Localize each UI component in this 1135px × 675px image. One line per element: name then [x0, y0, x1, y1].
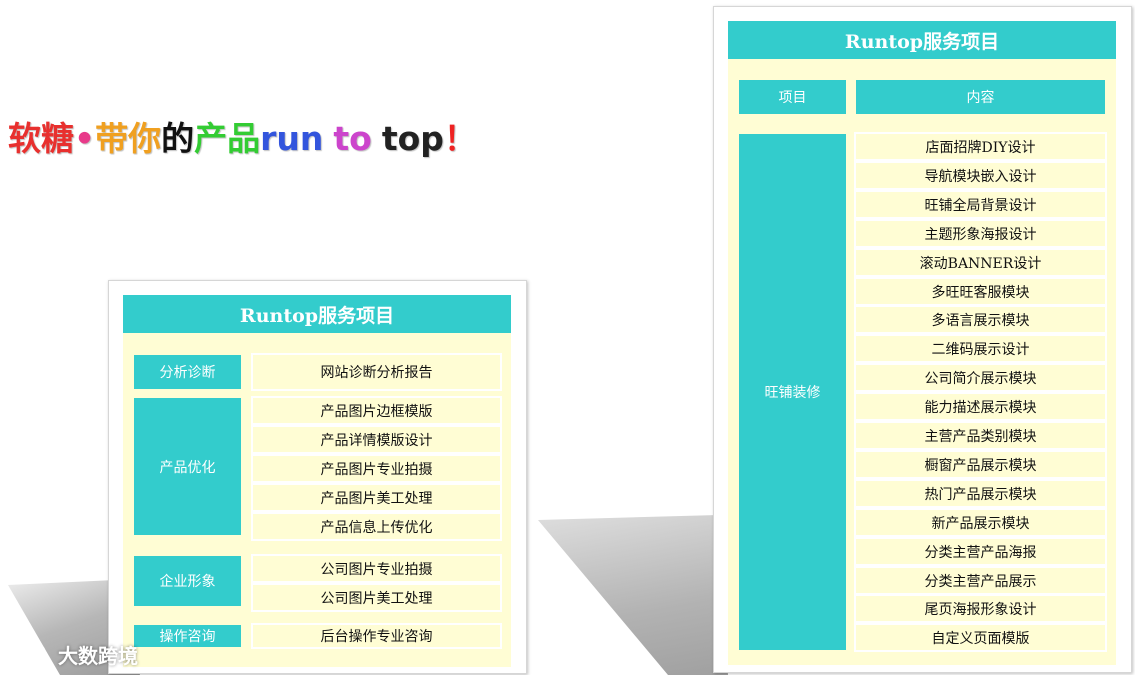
headline-segment: 带你	[95, 119, 162, 158]
headline-segment: top	[381, 119, 444, 158]
headline-segment: •	[74, 119, 96, 158]
service-item: 二维码展示设计	[854, 334, 1107, 363]
service-card-large-body: Runtop服务项目 项目 内容 旺铺装修 店面招牌DIY设计 导航模块嵌入设计 旺铺…	[728, 21, 1116, 665]
watermark: 大数跨境	[8, 640, 138, 669]
service-item: 尾页海报形象设计	[854, 594, 1107, 623]
headline-segment: 软糖	[8, 119, 74, 158]
category-label: 旺铺装修	[739, 134, 846, 650]
service-item: 公司简介展示模块	[854, 363, 1107, 392]
header-project: 项目	[739, 80, 846, 114]
service-item: 产品详情模版设计	[251, 425, 502, 454]
service-item: 分类主营产品海报	[854, 537, 1107, 566]
service-item: 新产品展示模块	[854, 508, 1107, 537]
headline-segment: run	[260, 119, 324, 158]
service-item: 热门产品展示模块	[854, 479, 1107, 508]
category-label: 企业形象	[134, 556, 241, 606]
service-item: 主题形象海报设计	[854, 219, 1107, 248]
headline-segment: ！	[443, 119, 477, 158]
category-label: 分析诊断	[134, 355, 241, 389]
service-card-small: Runtop服务项目 分析诊断 网站诊断分析报告 产品优化 产品图片边框模版 产品详情模…	[108, 280, 527, 674]
service-item: 多语言展示模块	[854, 305, 1107, 334]
service-item: 公司图片专业拍摄	[251, 554, 502, 583]
service-item: 店面招牌DIY设计	[854, 132, 1107, 161]
service-item: 产品信息上传优化	[251, 512, 502, 541]
headline-slogan: 软糖•带你的产品run to top！	[8, 112, 477, 160]
service-item: 产品图片专业拍摄	[251, 454, 502, 483]
service-item: 导航模块嵌入设计	[854, 161, 1107, 190]
watermark-logo-icon	[8, 644, 46, 663]
service-item: 网站诊断分析报告	[251, 353, 502, 391]
card-title: Runtop服务项目	[728, 21, 1116, 59]
service-item: 能力描述展示模块	[854, 392, 1107, 421]
service-item: 产品图片美工处理	[251, 483, 502, 512]
service-item: 旺铺全局背景设计	[854, 190, 1107, 219]
headline-segment: 产品	[194, 119, 261, 158]
service-item: 产品图片边框模版	[251, 396, 502, 425]
headline-segment: to	[333, 119, 372, 158]
headline-segment: 的	[161, 119, 195, 158]
service-item: 滚动BANNER设计	[854, 248, 1107, 277]
service-item: 公司图片美工处理	[251, 583, 502, 612]
service-card-small-body: Runtop服务项目 分析诊断 网站诊断分析报告 产品优化 产品图片边框模版 产品详情模…	[123, 295, 511, 667]
card-shadow-right	[538, 515, 728, 675]
category-label: 产品优化	[134, 398, 241, 535]
service-item: 分类主营产品展示	[854, 566, 1107, 595]
service-item: 主营产品类别模块	[854, 421, 1107, 450]
service-item: 多旺旺客服模块	[854, 277, 1107, 306]
service-item: 橱窗产品展示模块	[854, 450, 1107, 479]
service-item: 自定义页面模版	[854, 623, 1107, 652]
service-card-large: Runtop服务项目 项目 内容 旺铺装修 店面招牌DIY设计 导航模块嵌入设计 旺铺…	[713, 6, 1132, 673]
card-title: Runtop服务项目	[123, 295, 511, 333]
service-item: 后台操作专业咨询	[251, 623, 502, 649]
category-label: 操作咨询	[134, 625, 241, 647]
watermark-text: 大数跨境	[58, 644, 138, 668]
header-content: 内容	[856, 80, 1105, 114]
